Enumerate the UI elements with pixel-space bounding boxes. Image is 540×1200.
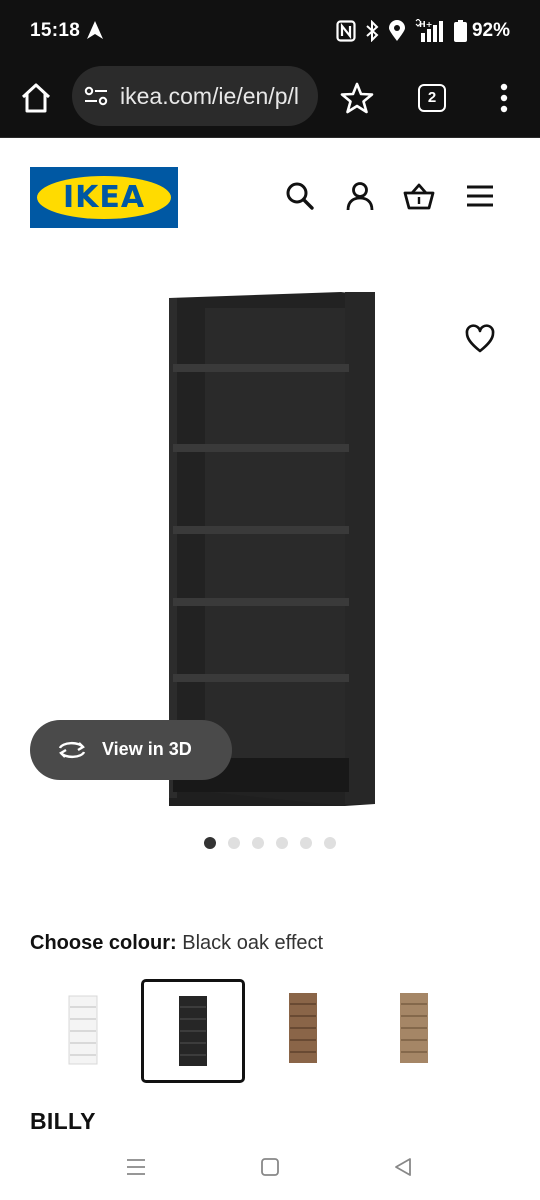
ikea-logo[interactable]: IKEA xyxy=(30,167,178,228)
account-icon[interactable] xyxy=(344,180,376,212)
battery-percent: 92% xyxy=(471,20,510,41)
menu-icon[interactable] xyxy=(464,180,496,212)
colour-label: Choose colour: xyxy=(30,932,177,954)
gallery-dot[interactable] xyxy=(300,837,312,849)
colour-value: Black oak effect xyxy=(182,932,324,954)
home-icon[interactable] xyxy=(18,80,54,116)
location-icon xyxy=(388,20,405,41)
view-in-3d-button[interactable]: View in 3D xyxy=(30,720,232,780)
more-menu-icon[interactable] xyxy=(494,82,514,114)
gallery-dot[interactable] xyxy=(276,837,288,849)
bluetooth-icon xyxy=(366,20,379,42)
signal-icon: H+ xyxy=(415,19,443,42)
status-bar: 15:18 H+ 92% xyxy=(0,0,540,60)
view-in-3d-label: View in 3D xyxy=(102,739,192,759)
back-nav-icon[interactable] xyxy=(393,1157,413,1177)
logo-text: IKEA xyxy=(62,180,146,215)
colour-option-white[interactable] xyxy=(30,979,134,1083)
home-nav-icon[interactable] xyxy=(260,1157,280,1177)
site-settings-icon[interactable] xyxy=(84,85,108,107)
colour-option-oak[interactable] xyxy=(363,979,467,1083)
battery-icon xyxy=(453,20,467,42)
address-bar[interactable]: ikea.com/ie/en/p/l xyxy=(72,66,318,126)
basket-icon[interactable] xyxy=(403,180,435,212)
gallery-dot[interactable] xyxy=(324,837,336,849)
colour-option-black-oak[interactable] xyxy=(141,979,245,1083)
navigation-arrow-icon xyxy=(87,21,103,39)
gallery-pagination xyxy=(204,837,336,849)
bookcase-thumbnail xyxy=(68,995,98,1065)
bookmark-star-icon[interactable] xyxy=(340,81,374,115)
url-text[interactable]: ikea.com/ie/en/p/l xyxy=(120,83,310,110)
nfc-icon xyxy=(336,20,356,42)
wishlist-heart-icon[interactable] xyxy=(464,323,496,355)
bookcase-thumbnail xyxy=(289,993,317,1063)
gallery-dot[interactable] xyxy=(228,837,240,849)
rotate-3d-icon xyxy=(58,741,86,759)
search-icon[interactable] xyxy=(284,180,316,212)
product-name: BILLY xyxy=(30,1108,96,1134)
bookcase-thumbnail xyxy=(400,993,428,1063)
gallery-dot[interactable] xyxy=(204,837,216,849)
gallery-dot[interactable] xyxy=(252,837,264,849)
system-navigation-bar xyxy=(0,1140,540,1200)
tabs-icon[interactable]: 2 xyxy=(418,84,446,112)
recent-apps-icon[interactable] xyxy=(126,1157,146,1177)
status-time: 15:18 xyxy=(30,20,81,41)
svg-text:H+: H+ xyxy=(419,20,432,29)
colour-selector-heading: Choose colour: Black oak effect xyxy=(30,932,323,955)
browser-toolbar: ikea.com/ie/en/p/l 2 xyxy=(0,60,540,138)
bookcase-thumbnail xyxy=(179,996,207,1066)
colour-option-brown-walnut[interactable] xyxy=(252,979,356,1083)
